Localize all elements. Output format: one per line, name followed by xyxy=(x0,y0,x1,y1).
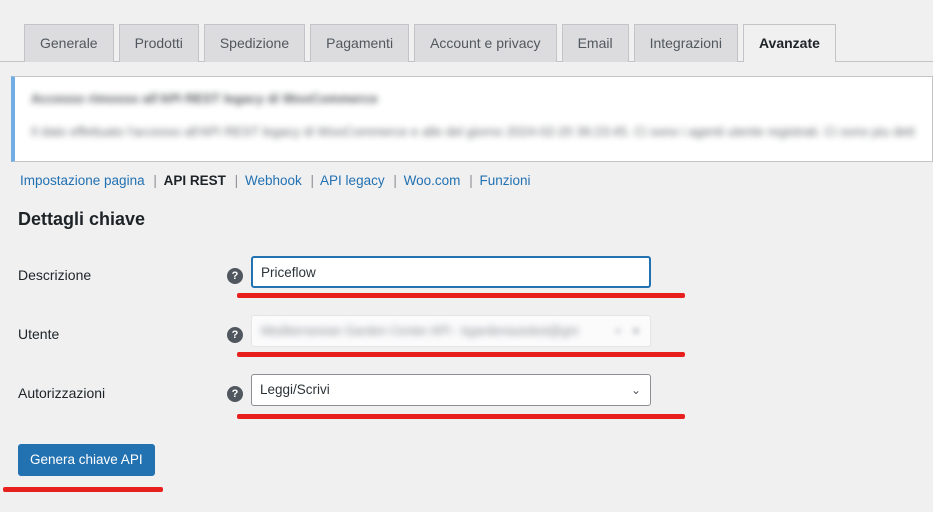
autorizzazioni-selected-value: Leggi/Scrivi xyxy=(260,382,330,397)
tab-email[interactable]: Email xyxy=(561,24,629,62)
subnav-separator: | xyxy=(310,173,315,188)
notice-title: Accesso rimosso all'API REST legacy di W… xyxy=(31,91,378,106)
annotation-underline-genera-chiave xyxy=(3,487,163,492)
form-row-utente: Utente ? Mediterranean Garden Center API… xyxy=(0,315,933,374)
subnav-separator: | xyxy=(234,173,239,188)
subnav-item-api-legacy[interactable]: API legacy xyxy=(320,173,385,188)
key-details-form: Descrizione ? Utente ? Mediterranean Gar… xyxy=(0,256,933,433)
legacy-api-notice: Accesso rimosso all'API REST legacy di W… xyxy=(11,76,933,162)
form-row-descrizione: Descrizione ? xyxy=(0,256,933,315)
annotation-underline-descrizione xyxy=(237,293,685,298)
help-icon[interactable]: ? xyxy=(227,268,243,284)
page-title: Dettagli chiave xyxy=(18,209,146,229)
subnav-separator: | xyxy=(153,173,157,188)
descrizione-input[interactable] xyxy=(251,256,651,288)
tab-avanzate[interactable]: Avanzate xyxy=(742,24,836,63)
subnav-separator: | xyxy=(393,173,397,188)
utente-field-wrap: Mediterranean Garden Center API - kgarde… xyxy=(251,315,651,347)
subnav-item-funzioni[interactable]: Funzioni xyxy=(479,173,530,188)
descrizione-label: Descrizione xyxy=(18,267,92,283)
annotation-underline-autorizzazioni xyxy=(237,414,685,419)
generate-api-key-button[interactable]: Genera chiave API xyxy=(18,444,155,476)
utente-label: Utente xyxy=(18,326,60,342)
descrizione-field-wrap xyxy=(251,256,651,288)
settings-tab-bar: Generale Prodotti Spedizione Pagamenti A… xyxy=(0,0,933,63)
subnav: Impostazione pagina | API REST | Webhook… xyxy=(20,173,531,188)
utente-clear-and-chevron-icon[interactable]: × ▾ xyxy=(615,316,643,346)
help-icon[interactable]: ? xyxy=(227,327,243,343)
tab-integrazioni[interactable]: Integrazioni xyxy=(633,24,738,62)
tab-pagamenti[interactable]: Pagamenti xyxy=(310,24,410,62)
subnav-item-webhook[interactable]: Webhook xyxy=(245,173,302,188)
autorizzazioni-field-wrap: Leggi/Scrivi ⌄ xyxy=(251,374,651,406)
tab-spedizione[interactable]: Spedizione xyxy=(203,24,306,62)
autorizzazioni-label: Autorizzazioni xyxy=(18,385,106,401)
annotation-underline-utente xyxy=(237,352,685,357)
tab-prodotti[interactable]: Prodotti xyxy=(118,24,199,62)
chevron-down-icon: ⌄ xyxy=(630,383,641,397)
subnav-separator: | xyxy=(469,173,473,188)
subnav-item-impostazione-pagina[interactable]: Impostazione pagina xyxy=(20,173,145,188)
subnav-item-woo-com[interactable]: Woo.com xyxy=(404,173,461,188)
tab-generale[interactable]: Generale xyxy=(24,24,114,62)
form-row-autorizzazioni: Autorizzazioni ? Leggi/Scrivi ⌄ xyxy=(0,374,933,433)
autorizzazioni-select[interactable]: Leggi/Scrivi ⌄ xyxy=(251,374,651,406)
subnav-item-api-rest[interactable]: API REST xyxy=(164,173,226,188)
utente-selected-value: Mediterranean Garden Center API - kgarde… xyxy=(261,324,579,338)
notice-body: Il dato effettuato l'accesso all'API RES… xyxy=(31,124,915,139)
help-icon[interactable]: ? xyxy=(227,386,243,402)
tab-account-e-privacy[interactable]: Account e privacy xyxy=(414,24,557,62)
utente-select[interactable]: Mediterranean Garden Center API - kgarde… xyxy=(251,315,651,347)
